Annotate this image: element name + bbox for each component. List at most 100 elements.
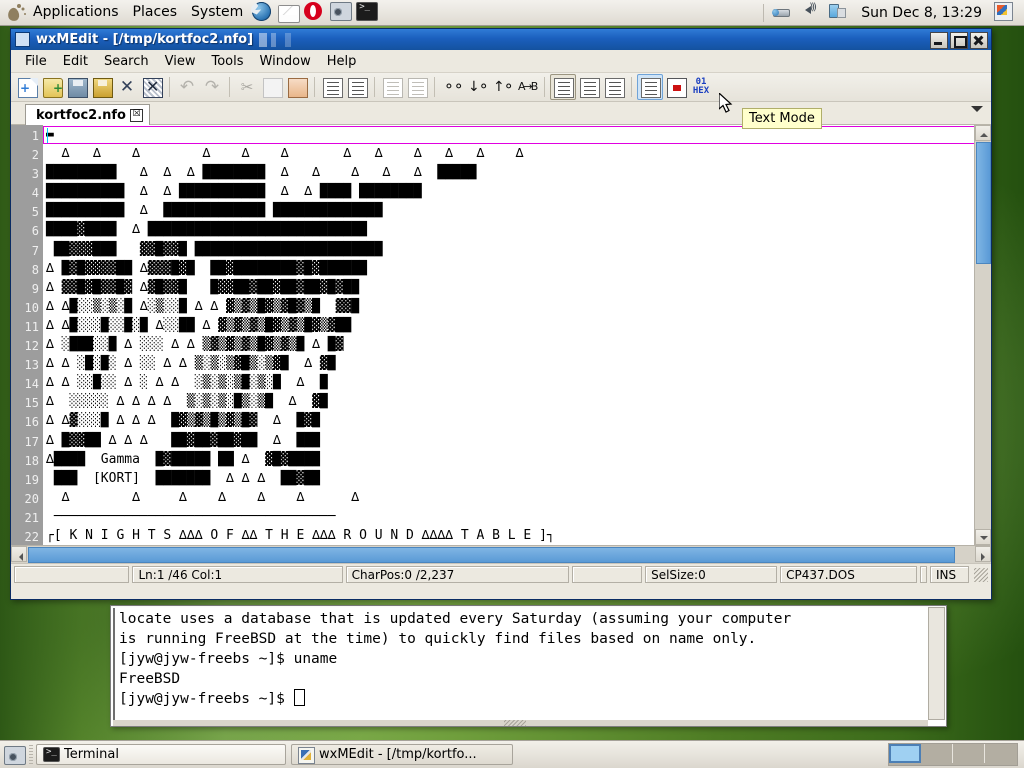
replace-icon[interactable]: A→B (515, 75, 539, 99)
web-browser-icon[interactable] (252, 2, 274, 24)
unindent-icon[interactable] (345, 75, 369, 99)
word-wrap-window-icon[interactable] (577, 75, 601, 99)
line-number: 3 (11, 165, 43, 184)
menu-system[interactable]: System (184, 0, 250, 25)
menu-help[interactable]: Help (319, 53, 365, 70)
gnome-foot-icon[interactable] (4, 2, 26, 24)
scroll-down-arrow[interactable] (975, 529, 991, 545)
status-insert-mode: INS (930, 566, 969, 583)
taskbar-item-terminal[interactable]: Terminal (36, 744, 286, 765)
window-controls (930, 32, 988, 49)
ascii-art-canvas[interactable]: ▬ ∆ ∆ ∆ ∆ ∆ ∆ ∆ ∆ ∆ ∆ ∆ ∆ █████████ ∆ ∆ … (43, 125, 975, 545)
workspace-1[interactable] (889, 744, 921, 763)
find-prev-icon[interactable]: ↑⚬ (490, 75, 514, 99)
save-icon[interactable] (65, 75, 89, 99)
status-line-col: Ln:1 /46 Col:1 (132, 566, 342, 583)
show-desktop-icon[interactable] (3, 744, 25, 766)
toolbar-separator (631, 77, 632, 97)
taskbar: Terminal wxMEdit - [/tmp/kortfo... (0, 740, 1024, 768)
column-mode-icon[interactable] (664, 75, 688, 99)
tab-close-icon[interactable]: ☒ (130, 109, 143, 122)
cut-icon[interactable]: ✂ (235, 75, 259, 99)
taskbar-item-label: wxMEdit - [/tmp/kortfo... (319, 747, 477, 762)
window-titlebar[interactable]: wxMEdit - [/tmp/kortfoc2.nfo] (11, 29, 991, 50)
menu-edit[interactable]: Edit (55, 53, 96, 70)
word-wrap-column-icon[interactable] (602, 75, 626, 99)
clock[interactable]: Sun Dec 8, 13:29 (853, 5, 990, 21)
copy-icon[interactable] (260, 75, 284, 99)
paste-icon[interactable] (285, 75, 309, 99)
terminal-horizontal-scrollbar[interactable] (113, 720, 928, 726)
new-file-icon[interactable]: + (15, 75, 39, 99)
tab-list-dropdown-icon[interactable] (971, 106, 983, 118)
taskbar-item-wxmedit[interactable]: wxMEdit - [/tmp/kortfo... (291, 744, 513, 765)
workspace-3[interactable] (953, 744, 985, 763)
notes-applet-icon[interactable] (994, 2, 1016, 24)
menu-tools[interactable]: Tools (203, 53, 251, 70)
find-icon[interactable]: ⚬⚬ (440, 75, 464, 99)
line-number: 11 (11, 318, 43, 337)
scroll-up-arrow[interactable] (975, 125, 991, 141)
minimize-button[interactable] (930, 32, 948, 49)
workspace-4[interactable] (985, 744, 1017, 763)
menu-applications[interactable]: Applications (26, 0, 126, 25)
line-number: 15 (11, 394, 43, 413)
close-button[interactable] (970, 32, 988, 49)
terminal-output-area[interactable]: locate uses a database that is updated e… (113, 608, 928, 720)
volume-icon[interactable] (799, 2, 821, 24)
undo-icon[interactable]: ↶ (175, 75, 199, 99)
editor-vertical-scrollbar[interactable] (974, 125, 991, 545)
editor-horizontal-scrollbar[interactable] (11, 545, 991, 563)
editor-area[interactable]: 1 2 3 4 5 6 7 8 9 10 11 12 13 14 15 16 1… (11, 125, 991, 545)
line-number: 8 (11, 261, 43, 280)
maximize-button[interactable] (950, 32, 968, 49)
text-mode-icon[interactable] (637, 74, 663, 100)
network-icon[interactable] (771, 2, 793, 24)
menu-view[interactable]: View (157, 53, 204, 70)
tab-kortfoc2[interactable]: kortfoc2.nfo ☒ (25, 104, 150, 125)
word-wrap-none-icon[interactable] (550, 74, 576, 100)
close-file-icon[interactable]: ✕ (115, 75, 139, 99)
status-field-empty3 (920, 566, 927, 583)
vertical-scroll-thumb[interactable] (976, 142, 991, 264)
scroll-left-arrow[interactable] (11, 546, 27, 562)
toolbar-separator (434, 77, 435, 97)
hex-mode-icon[interactable]: 01HEX (689, 75, 713, 99)
indent-icon[interactable] (320, 75, 344, 99)
open-file-icon[interactable]: + (40, 75, 64, 99)
screenshot-icon[interactable] (330, 2, 352, 24)
workspace-2[interactable] (921, 744, 953, 763)
status-encoding: CP437.DOS (780, 566, 917, 583)
email-icon[interactable] (278, 2, 300, 24)
scroll-right-arrow[interactable] (975, 546, 991, 562)
battery-icon[interactable] (827, 2, 849, 24)
opera-icon[interactable] (304, 2, 326, 24)
save-all-icon[interactable] (90, 75, 114, 99)
redo-icon[interactable]: ↷ (200, 75, 224, 99)
line-number: 16 (11, 413, 43, 432)
toolbar-separator (169, 77, 170, 97)
terminal-icon[interactable] (356, 2, 378, 24)
find-next-icon[interactable]: ↓⚬ (465, 75, 489, 99)
menu-places[interactable]: Places (126, 0, 185, 25)
top-panel: Applications Places System Sun Dec 8, 13… (0, 0, 1024, 26)
workspace-switcher[interactable] (888, 743, 1018, 766)
toolbar-separator (229, 77, 230, 97)
line-number: 14 (11, 375, 43, 394)
terminal-vertical-scrollbar[interactable] (928, 607, 945, 720)
horizontal-scroll-thumb[interactable] (28, 547, 955, 563)
uncomment-icon[interactable] (405, 75, 429, 99)
window-title: wxMEdit - [/tmp/kortfoc2.nfo] (36, 32, 253, 47)
line-number: 6 (11, 222, 43, 241)
terminal-scroll-grip[interactable] (504, 720, 526, 726)
close-all-icon[interactable] (140, 75, 164, 99)
line-number: 17 (11, 433, 43, 452)
line-number: 13 (11, 356, 43, 375)
status-selsize: SelSize:0 (645, 566, 777, 583)
comment-icon[interactable] (380, 75, 404, 99)
menu-search[interactable]: Search (96, 53, 157, 70)
ascii-art-text: ▬ ∆ ∆ ∆ ∆ ∆ ∆ ∆ ∆ ∆ ∆ ∆ ∆ █████████ ∆ ∆ … (43, 125, 975, 545)
menu-file[interactable]: File (17, 53, 55, 70)
menu-window[interactable]: Window (252, 53, 319, 70)
resize-grip[interactable] (974, 568, 988, 582)
